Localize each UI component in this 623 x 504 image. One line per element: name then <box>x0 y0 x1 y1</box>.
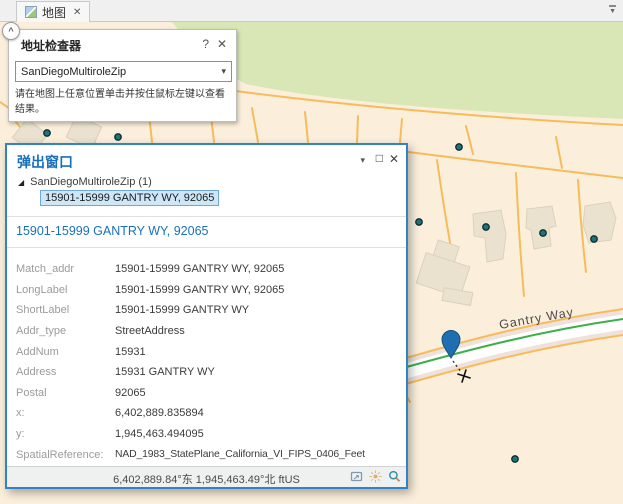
attribute-value: 15901-15999 GANTRY WY, 92065 <box>115 283 285 296</box>
divider <box>7 247 406 248</box>
tree-feature-item-selected[interactable]: 15901-15999 GANTRY WY, 92065 <box>40 190 220 206</box>
popup-title: 弹出窗口 <box>17 154 73 170</box>
attribute-value: 15901-15999 GANTRY WY <box>115 304 250 317</box>
panel-collapse-button[interactable]: ^ <box>2 22 20 40</box>
attribute-table: Match_addr 15901-15999 GANTRY WY, 92065 Lo… <box>16 259 403 465</box>
instruction-line: 请在地图上任意位置单击并按住鼠标左键以查看 <box>15 89 225 100</box>
tree-expander-icon[interactable]: ◢ <box>18 178 24 187</box>
pan-to-icon[interactable] <box>350 470 363 483</box>
tab-close-icon[interactable]: ✕ <box>73 7 81 18</box>
attribute-label: x: <box>16 407 25 420</box>
attribute-label: Address <box>16 366 57 379</box>
attribute-label: Postal <box>16 386 47 399</box>
help-icon[interactable]: ? <box>202 37 209 51</box>
instruction-text: 请在地图上任意位置单击并按住鼠标左键以查看 结果。 <box>15 87 234 117</box>
instruction-line: 结果。 <box>15 104 45 115</box>
tab-strip-pin-icon[interactable]: ▼ <box>609 5 616 15</box>
tab-map-label: 地图 <box>42 5 67 20</box>
flash-location-icon[interactable] <box>369 470 382 483</box>
attribute-value: 1,945,463.494095 <box>115 428 204 441</box>
popup-window: 弹出窗口 ▾ □ ✕ ◢ SanDiegoMultiroleZip (1) 15… <box>5 143 408 489</box>
attribute-label: LongLabel <box>16 283 68 296</box>
locator-dropdown[interactable]: SanDiegoMultiroleZip ▾ <box>15 61 232 82</box>
attribute-row: x: 6,402,889.835894 <box>16 403 403 424</box>
map-tab-bar: 地图 ✕ ▼ <box>0 0 623 22</box>
attribute-label: Match_addr <box>16 263 75 276</box>
attribute-value: 15931 GANTRY WY <box>115 366 215 379</box>
attribute-row: Address 15931 GANTRY WY <box>16 362 403 383</box>
tree-layer-item[interactable]: ◢ SanDiegoMultiroleZip (1) <box>18 176 152 188</box>
attribute-label: y: <box>16 428 25 441</box>
attribute-label: Addr_type <box>16 325 67 338</box>
zoom-to-icon[interactable] <box>388 470 401 483</box>
maximize-icon[interactable]: □ <box>376 151 383 165</box>
attribute-label: SpatialReference: <box>16 448 104 461</box>
close-icon[interactable]: ✕ <box>217 37 227 51</box>
attribute-value: 6,402,889.835894 <box>115 407 204 420</box>
attribute-row: SpatialReference: NAD_1983_StatePlane_Cal… <box>16 444 403 465</box>
feature-heading: 15901-15999 GANTRY WY, 92065 <box>16 224 209 238</box>
tab-map[interactable]: 地图 ✕ <box>16 1 91 22</box>
map-tab-icon <box>25 6 37 18</box>
panel-title: 地址检查器 <box>21 39 82 53</box>
popup-status-bar: 6,402,889.84°东 1,945,463.49°北 ftUS <box>7 466 406 487</box>
application-window: 地图 ✕ ▼ Gantry Way ^ 地址检查器 ? ✕ SanDiegoMu… <box>0 0 623 504</box>
attribute-row: Match_addr 15901-15999 GANTRY WY, 92065 <box>16 259 403 280</box>
collapse-chevron-icon: ^ <box>8 26 14 36</box>
attribute-value: 15931 <box>115 345 146 358</box>
attribute-row: AddNum 15931 <box>16 341 403 362</box>
tree-layer-label: SanDiegoMultiroleZip (1) <box>30 176 152 188</box>
address-inspector-panel: 地址检查器 ? ✕ SanDiegoMultiroleZip ▾ 请在地图上任意… <box>8 29 237 122</box>
attribute-label: ShortLabel <box>16 304 70 317</box>
locator-dropdown-value: SanDiegoMultiroleZip <box>21 65 127 78</box>
divider <box>7 216 406 217</box>
attribute-row: Addr_type StreetAddress <box>16 321 403 342</box>
chevron-down-icon: ▾ <box>221 66 226 76</box>
popup-menu-caret-icon[interactable]: ▾ <box>360 155 365 166</box>
close-icon[interactable]: ✕ <box>389 152 399 166</box>
attribute-row: LongLabel 15901-15999 GANTRY WY, 92065 <box>16 280 403 301</box>
attribute-label: AddNum <box>16 345 59 358</box>
attribute-value: StreetAddress <box>115 325 185 338</box>
attribute-value: 92065 <box>115 386 146 399</box>
attribute-value: 15901-15999 GANTRY WY, 92065 <box>115 263 285 276</box>
attribute-row: y: 1,945,463.494095 <box>16 424 403 445</box>
attribute-row: ShortLabel 15901-15999 GANTRY WY <box>16 300 403 321</box>
attribute-value: NAD_1983_StatePlane_California_VI_FIPS_0… <box>115 449 365 461</box>
coordinate-readout: 6,402,889.84°东 1,945,463.49°北 ftUS <box>113 474 300 486</box>
attribute-row: Postal 92065 <box>16 383 403 404</box>
